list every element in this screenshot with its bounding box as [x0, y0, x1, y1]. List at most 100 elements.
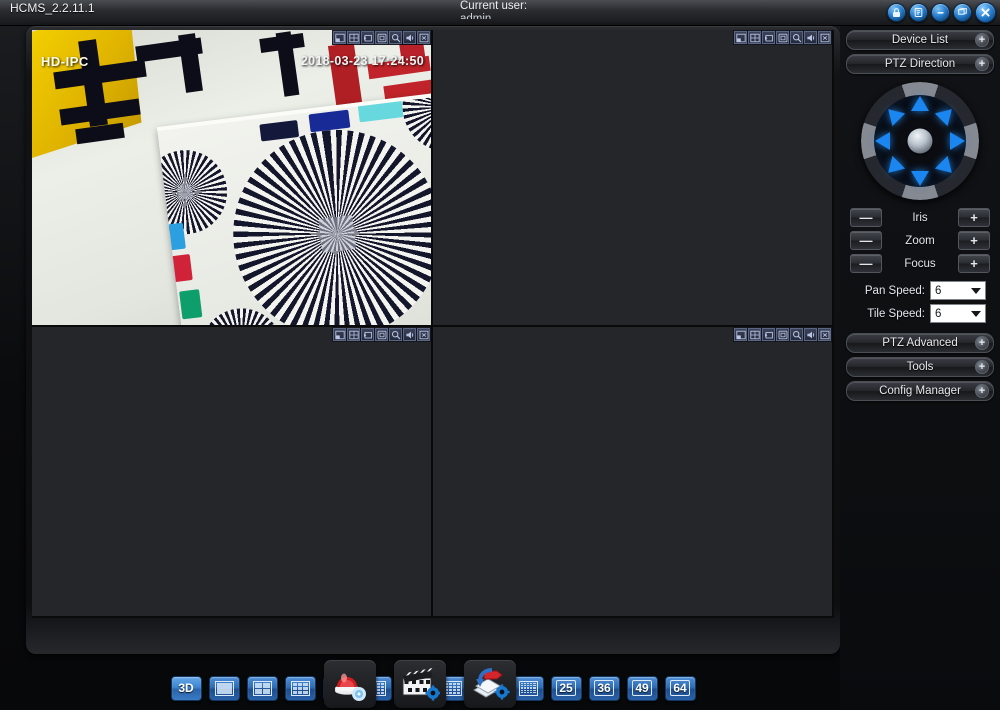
ptz-advanced-label: PTZ Advanced	[882, 337, 958, 349]
chevron-down-icon	[971, 310, 981, 317]
minimize-button[interactable]	[931, 3, 950, 22]
video-pane-1[interactable]: HD-IPC 2018-03-23 17:24:50	[32, 30, 431, 325]
pane-2-body	[433, 30, 832, 325]
video-pane-grid: HD-IPC 2018-03-23 17:24:50	[32, 30, 834, 618]
iris-control-row: — Iris +	[850, 208, 990, 227]
close-pane-icon[interactable]	[818, 328, 831, 341]
resolution-test-chart	[156, 86, 431, 325]
ptz-advanced-expand-icon[interactable]: +	[975, 336, 989, 350]
digital-zoom-icon[interactable]	[790, 31, 803, 44]
config-manager-label: Config Manager	[879, 385, 961, 397]
device-list-expand-icon[interactable]: +	[975, 33, 989, 47]
pane-3-toolbar	[332, 327, 431, 342]
alarm-manager-icon[interactable]	[324, 660, 376, 708]
digital-zoom-icon[interactable]	[389, 31, 402, 44]
video-pane-2[interactable]	[433, 30, 832, 325]
ptz-direction-label: PTZ Direction	[884, 58, 956, 70]
window-controls	[887, 2, 996, 23]
device-list-panel[interactable]: Device List +	[846, 30, 994, 50]
record-icon[interactable]	[748, 328, 761, 341]
close-pane-icon[interactable]	[417, 31, 430, 44]
tile-speed-select[interactable]: 6	[930, 304, 986, 323]
snapshot-icon[interactable]	[333, 328, 346, 341]
config-manager-panel[interactable]: Config Manager +	[846, 381, 994, 401]
current-user-label: Current user:	[460, 0, 528, 12]
zoom-minus-button[interactable]: —	[850, 231, 882, 250]
record-icon[interactable]	[347, 31, 360, 44]
digital-zoom-icon[interactable]	[790, 328, 803, 341]
device-list-label: Device List	[891, 34, 949, 46]
focus-label: Focus	[904, 257, 936, 270]
zoom-control-row: — Zoom +	[850, 231, 990, 250]
focus-plus-button[interactable]: +	[957, 254, 990, 273]
ptz-direction-expand-icon[interactable]: +	[975, 57, 989, 71]
pane-1-timestamp: 2018-03-23 17:24:50	[300, 54, 424, 68]
tile-speed-label: Tile Speed:	[867, 307, 925, 320]
backup-config-icon[interactable]	[464, 660, 516, 708]
ptz-joystick-area	[840, 78, 1000, 204]
pan-speed-row: Pan Speed: 6	[840, 281, 986, 300]
app-title: HCMS_2.2.11.1	[10, 1, 95, 15]
audio-icon[interactable]	[804, 31, 817, 44]
local-record-icon[interactable]	[375, 31, 388, 44]
digital-zoom-icon[interactable]	[389, 328, 402, 341]
config-manager-expand-icon[interactable]: +	[975, 384, 989, 398]
video-pane-4[interactable]	[433, 327, 832, 616]
local-record-icon[interactable]	[776, 31, 789, 44]
iris-plus-button[interactable]: +	[958, 208, 990, 227]
audio-icon[interactable]	[804, 328, 817, 341]
local-record-icon[interactable]	[776, 328, 789, 341]
pane-3-body	[32, 327, 431, 616]
focus-minus-button[interactable]: —	[850, 254, 882, 273]
focus-control-row: — Focus +	[850, 254, 990, 273]
chevron-down-icon	[971, 287, 981, 294]
tile-speed-row: Tile Speed: 6	[840, 304, 986, 323]
tools-panel[interactable]: Tools +	[846, 357, 994, 377]
instant-playback-icon[interactable]	[762, 328, 775, 341]
current-user-block: Current user: admin	[460, 0, 660, 19]
iris-minus-button[interactable]: —	[850, 208, 882, 227]
instant-playback-icon[interactable]	[361, 31, 374, 44]
current-user-name: admin	[460, 13, 492, 19]
ptz-direction-panel[interactable]: PTZ Direction +	[846, 54, 994, 74]
local-record-icon[interactable]	[375, 328, 388, 341]
snapshot-icon[interactable]	[734, 31, 747, 44]
maximize-button[interactable]	[953, 3, 972, 22]
instant-playback-icon[interactable]	[361, 328, 374, 341]
log-button[interactable]	[909, 3, 928, 22]
pan-speed-select[interactable]: 6	[930, 281, 986, 300]
pane-1-camera-name: HD-IPC	[41, 54, 89, 69]
ptz-joystick[interactable]	[861, 82, 979, 200]
right-sidebar: Device List + PTZ Direction + — Iris + —…	[840, 26, 1000, 710]
close-button[interactable]	[975, 2, 996, 23]
pane-1-body: HD-IPC 2018-03-23 17:24:50	[32, 30, 431, 325]
taskbar	[0, 658, 840, 710]
record-icon[interactable]	[347, 328, 360, 341]
audio-icon[interactable]	[403, 328, 416, 341]
ptz-center-button[interactable]	[907, 128, 933, 154]
audio-icon[interactable]	[403, 31, 416, 44]
zoom-label: Zoom	[905, 234, 935, 247]
tools-label: Tools	[906, 361, 934, 373]
close-pane-icon[interactable]	[417, 328, 430, 341]
instant-playback-icon[interactable]	[762, 31, 775, 44]
tools-expand-icon[interactable]: +	[975, 360, 989, 374]
application-window: HCMS_2.2.11.1 Current user: admin HD-IPC…	[0, 0, 1000, 710]
close-pane-icon[interactable]	[818, 31, 831, 44]
playback-config-icon[interactable]	[394, 660, 446, 708]
iris-label: Iris	[912, 211, 928, 224]
snapshot-icon[interactable]	[734, 328, 747, 341]
lock-button[interactable]	[887, 3, 906, 22]
pane-1-toolbar	[332, 30, 431, 45]
video-pane-3[interactable]	[32, 327, 431, 616]
ptz-advanced-panel[interactable]: PTZ Advanced +	[846, 333, 994, 353]
zoom-plus-button[interactable]: +	[958, 231, 990, 250]
snapshot-icon[interactable]	[333, 31, 346, 44]
tile-speed-value: 6	[935, 307, 942, 320]
record-icon[interactable]	[748, 31, 761, 44]
title-bar: HCMS_2.2.11.1 Current user: admin	[0, 0, 1000, 26]
pane-4-body	[433, 327, 832, 616]
pane-2-toolbar	[733, 30, 832, 45]
pan-speed-value: 6	[935, 284, 942, 297]
pan-speed-label: Pan Speed:	[864, 284, 925, 297]
